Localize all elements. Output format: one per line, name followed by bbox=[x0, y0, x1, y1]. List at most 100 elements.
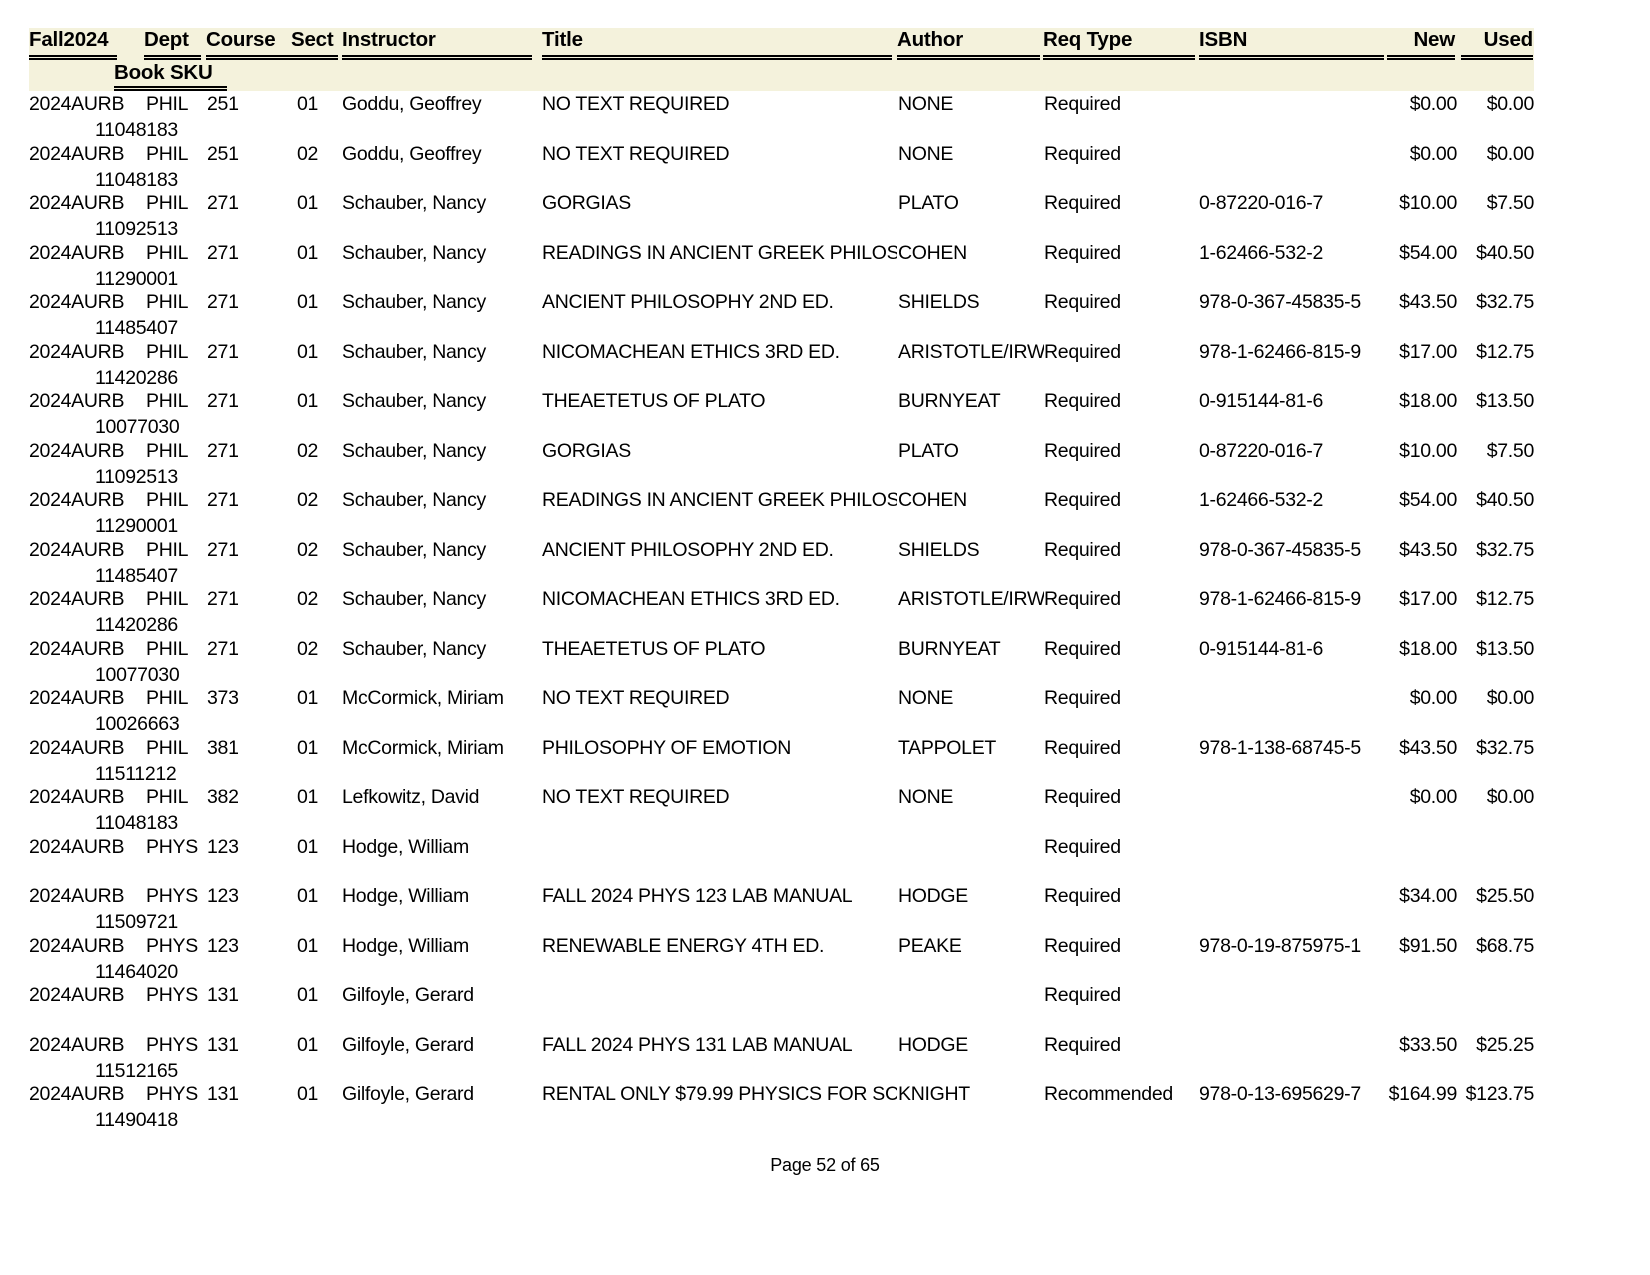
cell-book-sku: 11509721 bbox=[95, 911, 178, 933]
cell-term: 2024AURB bbox=[29, 885, 125, 907]
cell-sect: 01 bbox=[297, 786, 319, 808]
cell-dept: PHIL bbox=[146, 291, 189, 313]
cell-book-sku: 11490418 bbox=[95, 1109, 178, 1131]
cell-req-type: Required bbox=[1044, 786, 1121, 808]
cell-used: $68.75 bbox=[1476, 934, 1534, 957]
cell-req-type: Recommended bbox=[1044, 1083, 1173, 1105]
cell-instructor: Schauber, Nancy bbox=[342, 241, 487, 264]
table-row: 2024AURB PHYS 123 01 Hodge, William FALL 2024… bbox=[29, 883, 1534, 933]
table-row: 2024AURB PHIL 271 01 Schauber, Nancy NICOMACH… bbox=[29, 339, 1534, 389]
cell-term: 2024AURB bbox=[29, 588, 125, 610]
cell-title: ANCIENT PHILOSOPHY 2ND ED. bbox=[542, 291, 834, 313]
column-header-course: Course bbox=[206, 28, 294, 60]
column-header-term: Fall2024 bbox=[29, 28, 117, 60]
cell-course: 271 bbox=[207, 340, 239, 363]
cell-sect: 02 bbox=[297, 142, 319, 165]
cell-author: ARISTOTLE/IRWIN bbox=[898, 340, 1044, 363]
cell-sect: 01 bbox=[297, 934, 319, 957]
cell-author: BURNYEAT bbox=[898, 637, 1001, 660]
cell-used: $13.50 bbox=[1476, 637, 1534, 660]
cell-term: 2024AURB bbox=[29, 291, 125, 313]
cell-book-sku: 11290001 bbox=[95, 515, 178, 537]
table-row: 2024AURB PHIL 381 01 McCormick, Miriam PHILOS… bbox=[29, 735, 1534, 785]
column-header-isbn: ISBN bbox=[1199, 28, 1384, 60]
cell-book-sku: 11048183 bbox=[95, 812, 178, 834]
column-header-title: Title bbox=[542, 28, 892, 60]
cell-sect: 01 bbox=[297, 984, 319, 1006]
cell-instructor: Schauber, Nancy bbox=[342, 538, 487, 561]
table-row: 2024AURB PHIL 271 01 Schauber, Nancy ANCIENT … bbox=[29, 289, 1534, 339]
table-row: 2024AURB PHIL 271 02 Schauber, Nancy GORGIAS P… bbox=[29, 438, 1534, 488]
cell-course: 123 bbox=[207, 934, 239, 957]
cell-dept: PHIL bbox=[146, 93, 189, 115]
cell-term: 2024AURB bbox=[29, 192, 125, 214]
cell-author: SHIELDS bbox=[898, 538, 980, 561]
cell-course: 271 bbox=[207, 291, 239, 313]
cell-author: NONE bbox=[898, 786, 954, 808]
cell-term: 2024AURB bbox=[29, 687, 125, 709]
cell-new: $34.00 bbox=[1399, 885, 1457, 907]
cell-course: 271 bbox=[207, 588, 239, 610]
cell-new: $10.00 bbox=[1399, 192, 1457, 214]
cell-req-type: Required bbox=[1044, 538, 1121, 561]
cell-new: $43.50 bbox=[1399, 291, 1457, 313]
cell-sect: 02 bbox=[297, 489, 319, 511]
cell-author: PLATO bbox=[898, 439, 959, 462]
cell-title: RENTAL ONLY $79.99 PHYSICS FOR SCIE bbox=[542, 1083, 897, 1105]
table-row: 2024AURB PHIL 271 01 Schauber, Nancy GORGIAS P… bbox=[29, 190, 1534, 240]
cell-title: FALL 2024 PHYS 131 LAB MANUAL bbox=[542, 1033, 853, 1056]
cell-dept: PHIL bbox=[146, 241, 189, 264]
cell-instructor: Goddu, Geoffrey bbox=[342, 142, 482, 165]
cell-title: NO TEXT REQUIRED bbox=[542, 93, 730, 115]
table-header-row: Fall2024 Dept Course Sect Instructor Tit… bbox=[29, 28, 1534, 91]
cell-dept: PHIL bbox=[146, 786, 189, 808]
cell-book-sku: 11092513 bbox=[95, 465, 178, 488]
cell-isbn: 1-62466-532-2 bbox=[1199, 241, 1324, 264]
cell-req-type: Required bbox=[1044, 142, 1121, 165]
cell-instructor: Schauber, Nancy bbox=[342, 588, 487, 610]
table-row: 2024AURB PHYS 123 01 Hodge, William RENEWABLE… bbox=[29, 933, 1534, 983]
cell-term: 2024AURB bbox=[29, 1083, 125, 1105]
cell-instructor: McCormick, Miriam bbox=[342, 736, 504, 759]
table-row: 2024AURB PHIL 271 02 Schauber, Nancy NICOMACH… bbox=[29, 586, 1534, 636]
cell-book-sku: 11511212 bbox=[95, 762, 177, 785]
cell-book-sku: 11420286 bbox=[95, 614, 178, 636]
cell-course: 271 bbox=[207, 192, 239, 214]
cell-author: TAPPOLET bbox=[898, 736, 997, 759]
cell-course: 382 bbox=[207, 786, 239, 808]
cell-req-type: Required bbox=[1044, 934, 1121, 957]
cell-dept: PHIL bbox=[146, 588, 189, 610]
cell-term: 2024AURB bbox=[29, 390, 125, 412]
cell-new: $0.00 bbox=[1409, 142, 1457, 165]
column-header-dept: Dept bbox=[144, 28, 201, 60]
cell-instructor: Gilfoyle, Gerard bbox=[342, 984, 474, 1006]
cell-used: $7.50 bbox=[1486, 192, 1534, 214]
cell-isbn: 978-1-62466-815-9 bbox=[1199, 588, 1361, 610]
cell-instructor: Hodge, William bbox=[342, 934, 469, 957]
cell-course: 251 bbox=[207, 93, 239, 115]
cell-sect: 02 bbox=[297, 588, 319, 610]
cell-instructor: Goddu, Geoffrey bbox=[342, 93, 482, 115]
cell-author: HODGE bbox=[898, 885, 969, 907]
cell-instructor: Schauber, Nancy bbox=[342, 439, 487, 462]
cell-instructor: Schauber, Nancy bbox=[342, 489, 487, 511]
column-header-sect: Sect bbox=[291, 28, 338, 60]
cell-new: $10.00 bbox=[1399, 439, 1457, 462]
cell-req-type: Required bbox=[1044, 390, 1121, 412]
cell-isbn: 0-87220-016-7 bbox=[1199, 439, 1324, 462]
cell-author: SHIELDS bbox=[898, 291, 980, 313]
cell-dept: PHIL bbox=[146, 142, 189, 165]
table-row: 2024AURB PHIL 271 01 Schauber, Nancy READINGS… bbox=[29, 240, 1534, 290]
cell-isbn: 978-1-62466-815-9 bbox=[1199, 340, 1361, 363]
cell-author: COHEN bbox=[898, 489, 967, 511]
cell-author: KNIGHT bbox=[898, 1083, 970, 1105]
cell-book-sku: 11485407 bbox=[95, 317, 178, 339]
cell-author: NONE bbox=[898, 93, 954, 115]
cell-used: $40.50 bbox=[1476, 489, 1534, 511]
cell-new: $18.00 bbox=[1399, 390, 1457, 412]
cell-isbn: 1-62466-532-2 bbox=[1199, 489, 1324, 511]
table-row: 2024AURB PHYS 131 01 Gilfoyle, Gerard RENTAL … bbox=[29, 1081, 1534, 1131]
cell-dept: PHYS bbox=[146, 984, 198, 1006]
cell-sect: 01 bbox=[297, 241, 319, 264]
cell-book-sku: 10077030 bbox=[95, 663, 180, 686]
